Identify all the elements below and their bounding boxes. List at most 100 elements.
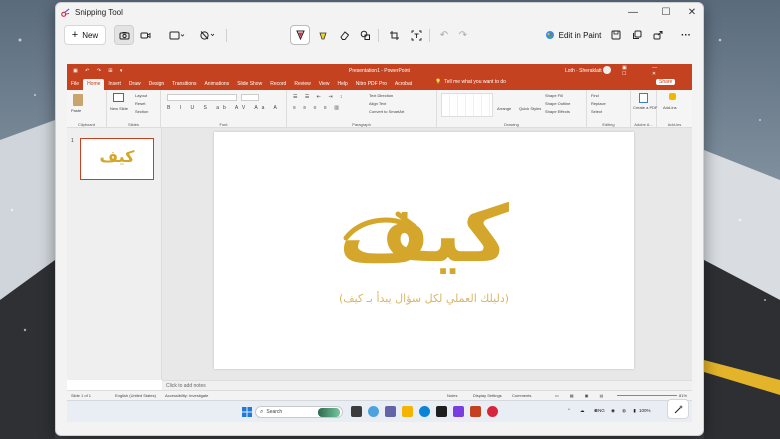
new-slide-button[interactable]: New Slide — [110, 106, 128, 111]
status-slide-count: Slide 1 of 1 — [71, 393, 92, 398]
quick-styles-button[interactable]: Quick Styles — [519, 106, 541, 111]
shape-outline-button[interactable]: Shape Outline — [545, 101, 570, 106]
file-explorer-icon[interactable] — [402, 406, 413, 417]
undo-button[interactable]: ↶ — [436, 25, 452, 45]
status-display-settings[interactable]: Display Settings — [473, 393, 502, 398]
save-button[interactable] — [607, 25, 625, 45]
tab-slide-show[interactable]: Slide Show — [233, 79, 266, 90]
snip-shape-dropdown[interactable] — [165, 25, 189, 45]
create-pdf-button[interactable]: Create a PDF — [633, 105, 657, 110]
highlighter-button[interactable] — [314, 25, 332, 45]
text-direction-button[interactable]: Text Direction — [369, 93, 393, 98]
font-size-box[interactable] — [241, 94, 259, 101]
floating-action-button[interactable] — [667, 399, 689, 419]
rectangle-snip-icon — [169, 31, 185, 39]
thumbnail-text: كيف — [99, 147, 135, 166]
video-mode-button[interactable] — [135, 25, 155, 45]
minimize-button[interactable]: — — [622, 3, 644, 21]
zoom-slider[interactable] — [617, 395, 677, 396]
tell-me-box[interactable]: 💡 Tell me what you want to do — [435, 79, 506, 85]
tab-file[interactable]: File — [67, 79, 83, 90]
tell-me-text: Tell me what you want to do — [444, 79, 506, 85]
store-icon[interactable] — [436, 406, 447, 417]
tray-battery: 100% — [639, 408, 651, 413]
taskbar-search-label: Search — [266, 409, 283, 415]
font-format-buttons[interactable]: B I U S ab AV Aa A — [167, 105, 281, 111]
tab-insert[interactable]: Insert — [104, 79, 125, 90]
shape-fill-button[interactable]: Shape Fill — [545, 93, 563, 98]
powerpoint-taskbar-icon[interactable] — [470, 406, 481, 417]
ribbon-group-drawing: Arrange Quick Styles Shape Fill Shape Ou… — [437, 90, 587, 128]
shapes-button[interactable] — [356, 25, 374, 45]
lightbulb-icon: 💡 — [435, 79, 442, 85]
tab-record[interactable]: Record — [266, 79, 290, 90]
screenshot-mode-button[interactable] — [114, 25, 134, 45]
camera-icon — [119, 31, 129, 39]
tab-help[interactable]: Help — [333, 79, 351, 90]
edit-in-paint-button[interactable]: Edit in Paint — [542, 25, 604, 45]
align-text-button[interactable]: Align Text — [369, 101, 386, 106]
tab-transitions[interactable]: Transitions — [168, 79, 200, 90]
tray-status-icons[interactable]: ◉ ◍ ▮ — [611, 408, 639, 414]
close-button[interactable]: ✕ — [681, 3, 703, 21]
reset-button[interactable]: Reset — [135, 101, 145, 106]
tab-home[interactable]: Home — [83, 79, 105, 90]
teams-icon[interactable] — [385, 406, 396, 417]
new-snip-button[interactable]: + New — [64, 25, 106, 45]
shapes-gallery[interactable] — [441, 93, 493, 117]
crop-button[interactable] — [385, 25, 403, 45]
widgets-icon[interactable] — [368, 406, 379, 417]
section-button[interactable]: Section — [135, 109, 148, 114]
eraser-button[interactable] — [335, 25, 353, 45]
view-buttons[interactable]: ▭ ▦ ▣ ▤ — [555, 393, 608, 398]
tab-draw[interactable]: Draw — [125, 79, 145, 90]
tab-animations[interactable]: Animations — [200, 79, 233, 90]
title-bar: Snipping Tool — [56, 3, 703, 21]
replace-button[interactable]: Replace — [591, 101, 606, 106]
layout-button[interactable]: Layout — [135, 93, 147, 98]
status-comments[interactable]: Comments — [512, 393, 531, 398]
tab-view[interactable]: View — [315, 79, 334, 90]
delay-dropdown[interactable] — [195, 25, 219, 45]
tab-design[interactable]: Design — [145, 79, 169, 90]
arrange-button[interactable]: Arrange — [497, 106, 511, 111]
taskbar-search[interactable]: ⌕ Search — [255, 406, 343, 418]
notes-pane[interactable]: Click to add notes — [162, 380, 692, 390]
status-language[interactable]: English (United States) — [115, 393, 156, 398]
add-ins-button[interactable]: Add-ins — [663, 105, 677, 110]
tray-language[interactable]: ENG — [595, 408, 605, 413]
status-notes[interactable]: Notes — [447, 393, 457, 398]
font-name-box[interactable] — [167, 94, 237, 101]
windows-start-icon[interactable] — [242, 407, 252, 417]
tab-nitro-pdf-pro[interactable]: Nitro PDF Pro — [352, 79, 391, 90]
slide-thumbnail[interactable]: كيف — [80, 138, 154, 180]
status-accessibility[interactable]: Accessibility: Investigate — [165, 393, 208, 398]
pen-tool-button[interactable] — [290, 25, 310, 45]
select-button[interactable]: Select — [591, 109, 602, 114]
status-zoom[interactable]: 81% — [679, 393, 687, 398]
copy-button[interactable] — [628, 25, 646, 45]
find-button[interactable]: Find — [591, 93, 599, 98]
chrome-icon[interactable] — [487, 406, 498, 417]
paste-button[interactable]: Paste — [71, 108, 81, 113]
tab-review[interactable]: Review — [290, 79, 314, 90]
more-options-button[interactable]: ··· — [677, 25, 695, 45]
new-slide-icon — [113, 93, 124, 102]
create-pdf-icon — [639, 93, 648, 103]
align-buttons[interactable]: ≡ ≡ ≡ ≡ ▥ — [293, 105, 342, 111]
task-view-icon[interactable] — [351, 406, 362, 417]
share-button[interactable] — [649, 25, 667, 45]
convert-smartart-button[interactable]: Convert to SmartArt — [369, 109, 404, 114]
app-icon[interactable] — [453, 406, 464, 417]
maximize-button[interactable]: ☐ — [655, 3, 677, 21]
edge-icon[interactable] — [419, 406, 430, 417]
slide-canvas[interactable]: كيف (دليلك العملي لكل سؤال يبدأ بـ كيف) — [214, 132, 634, 369]
tab-acrobat[interactable]: Acrobat — [391, 79, 416, 90]
ribbon-group-slides: New Slide Layout Reset Section Slides — [107, 90, 161, 128]
ppt-share-button[interactable]: Share — [656, 79, 676, 85]
shape-effects-button[interactable]: Shape Effects — [545, 109, 570, 114]
text-actions-button[interactable] — [407, 25, 425, 45]
list-buttons[interactable]: ☰ ☰ ⇤ ⇥ ↕ — [293, 94, 345, 100]
slide-editor: كيف (دليلك العملي لكل سؤال يبدأ بـ كيف) — [162, 128, 692, 380]
redo-button[interactable]: ↷ — [455, 25, 471, 45]
